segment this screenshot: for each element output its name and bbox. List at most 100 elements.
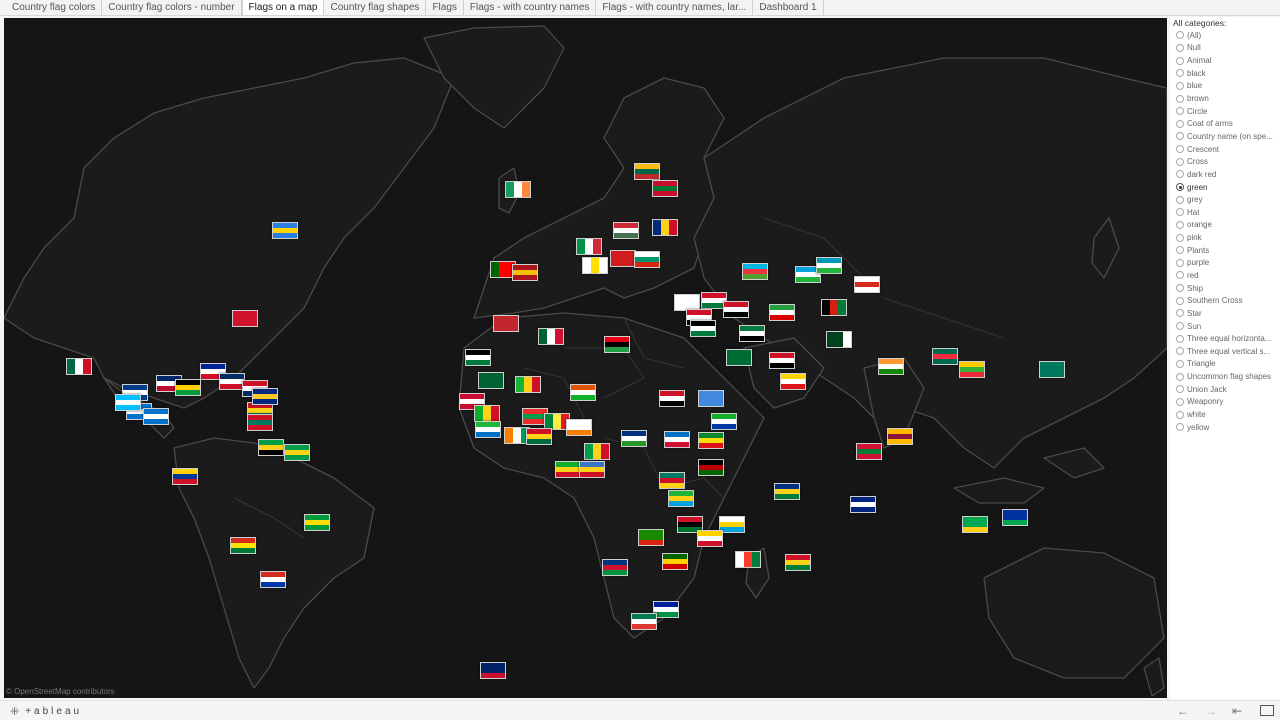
radio-icon[interactable] [1176,208,1184,217]
flag-marker[interactable] [576,238,602,255]
flag-marker[interactable] [505,181,531,198]
flag-marker[interactable] [172,468,198,485]
flag-marker[interactable] [258,439,284,456]
flag-marker[interactable] [1002,509,1028,526]
flag-marker[interactable] [887,428,913,445]
flag-marker[interactable] [474,405,500,422]
flag-marker[interactable] [826,331,852,348]
tab-flags-on-a-map[interactable]: Flags on a map [241,0,325,15]
radio-icon[interactable] [1176,347,1184,356]
flag-marker[interactable] [668,490,694,507]
flag-marker[interactable] [143,408,169,425]
filter-option[interactable]: Hat [1170,206,1280,219]
filter-option[interactable]: Animal [1170,54,1280,67]
filter-option[interactable]: pink [1170,231,1280,244]
filter-option[interactable]: Country name (on spe... [1170,130,1280,143]
flag-marker[interactable] [726,349,752,366]
flag-marker[interactable] [659,472,685,489]
tab-flags[interactable]: Flags [426,0,464,15]
filter-option[interactable]: Plants [1170,244,1280,257]
filter-option[interactable]: orange [1170,219,1280,232]
filter-option[interactable]: Sun [1170,320,1280,333]
filter-option[interactable]: green [1170,181,1280,194]
flag-marker[interactable] [582,257,608,274]
flag-marker[interactable] [634,251,660,268]
flag-marker[interactable] [66,358,92,375]
flag-marker[interactable] [284,444,310,461]
flag-marker[interactable] [742,263,768,280]
flag-marker[interactable] [230,537,256,554]
filter-option[interactable]: Ship [1170,282,1280,295]
flag-marker[interactable] [175,379,201,396]
flag-marker[interactable] [698,432,724,449]
flag-marker[interactable] [247,414,273,431]
flag-marker[interactable] [610,250,636,267]
radio-icon[interactable] [1176,397,1184,406]
radio-icon[interactable] [1176,157,1184,166]
filter-option[interactable]: red [1170,269,1280,282]
filter-option[interactable]: yellow [1170,421,1280,434]
radio-icon[interactable] [1176,94,1184,103]
flag-marker[interactable] [932,348,958,365]
filter-option[interactable]: Crescent [1170,143,1280,156]
filter-option[interactable]: (All) [1170,29,1280,42]
flag-marker[interactable] [631,613,657,630]
filter-option[interactable]: Weaponry [1170,396,1280,409]
tab-country-flag-colors[interactable]: Country flag colors [6,0,103,15]
filter-option[interactable]: blue [1170,80,1280,93]
flag-marker[interactable] [480,662,506,679]
flag-marker[interactable] [304,514,330,531]
flag-marker[interactable] [478,372,504,389]
radio-icon[interactable] [1176,69,1184,78]
world-map[interactable]: © OpenStreetMap contributors [4,18,1167,698]
radio-icon[interactable] [1176,309,1184,318]
filter-option[interactable]: Southern Cross [1170,294,1280,307]
radio-icon[interactable] [1176,107,1184,116]
radio-icon[interactable] [1176,43,1184,52]
flag-marker[interactable] [735,551,761,568]
revert-icon[interactable]: ⇤ [1232,704,1242,718]
flag-marker[interactable] [602,559,628,576]
undo-icon[interactable]: ← [1177,704,1189,718]
filter-option[interactable]: Uncommon flag shapes [1170,370,1280,383]
filter-option[interactable]: purple [1170,257,1280,270]
filter-option[interactable]: Circle [1170,105,1280,118]
filter-option[interactable]: grey [1170,193,1280,206]
flag-marker[interactable] [816,257,842,274]
flag-marker[interactable] [493,315,519,332]
filter-option[interactable]: Union Jack [1170,383,1280,396]
filter-option[interactable]: Coat of arms [1170,117,1280,130]
flag-marker[interactable] [252,388,278,405]
fullscreen-icon[interactable] [1260,705,1274,716]
flag-marker[interactable] [604,336,630,353]
flag-marker[interactable] [232,310,258,327]
flag-marker[interactable] [555,461,581,478]
flag-marker[interactable] [465,349,491,366]
radio-icon[interactable] [1176,372,1184,381]
flag-marker[interactable] [566,419,592,436]
filter-option[interactable]: Triangle [1170,358,1280,371]
flag-marker[interactable] [769,352,795,369]
flag-marker[interactable] [711,413,737,430]
flag-marker[interactable] [850,496,876,513]
radio-icon[interactable] [1176,183,1184,191]
radio-icon[interactable] [1176,233,1184,242]
radio-icon[interactable] [1176,56,1184,65]
tab-country-flag-colors-number[interactable]: Country flag colors - number [102,0,242,15]
flag-marker[interactable] [538,328,564,345]
flag-marker[interactable] [526,428,552,445]
radio-icon[interactable] [1176,246,1184,255]
radio-icon[interactable] [1176,410,1184,419]
filter-option[interactable]: Three equal horizonta... [1170,332,1280,345]
flag-marker[interactable] [697,530,723,547]
tab-flags-with-country-names[interactable]: Flags - with country names [464,0,597,15]
flag-marker[interactable] [690,320,716,337]
tab-flags-with-country-names-lar[interactable]: Flags - with country names, lar... [596,0,754,15]
flag-marker[interactable] [652,219,678,236]
radio-icon[interactable] [1176,145,1184,154]
radio-icon[interactable] [1176,258,1184,267]
filter-option[interactable]: Three equal vertical s... [1170,345,1280,358]
flag-marker[interactable] [1039,361,1065,378]
flag-marker[interactable] [774,483,800,500]
flag-marker[interactable] [570,384,596,401]
